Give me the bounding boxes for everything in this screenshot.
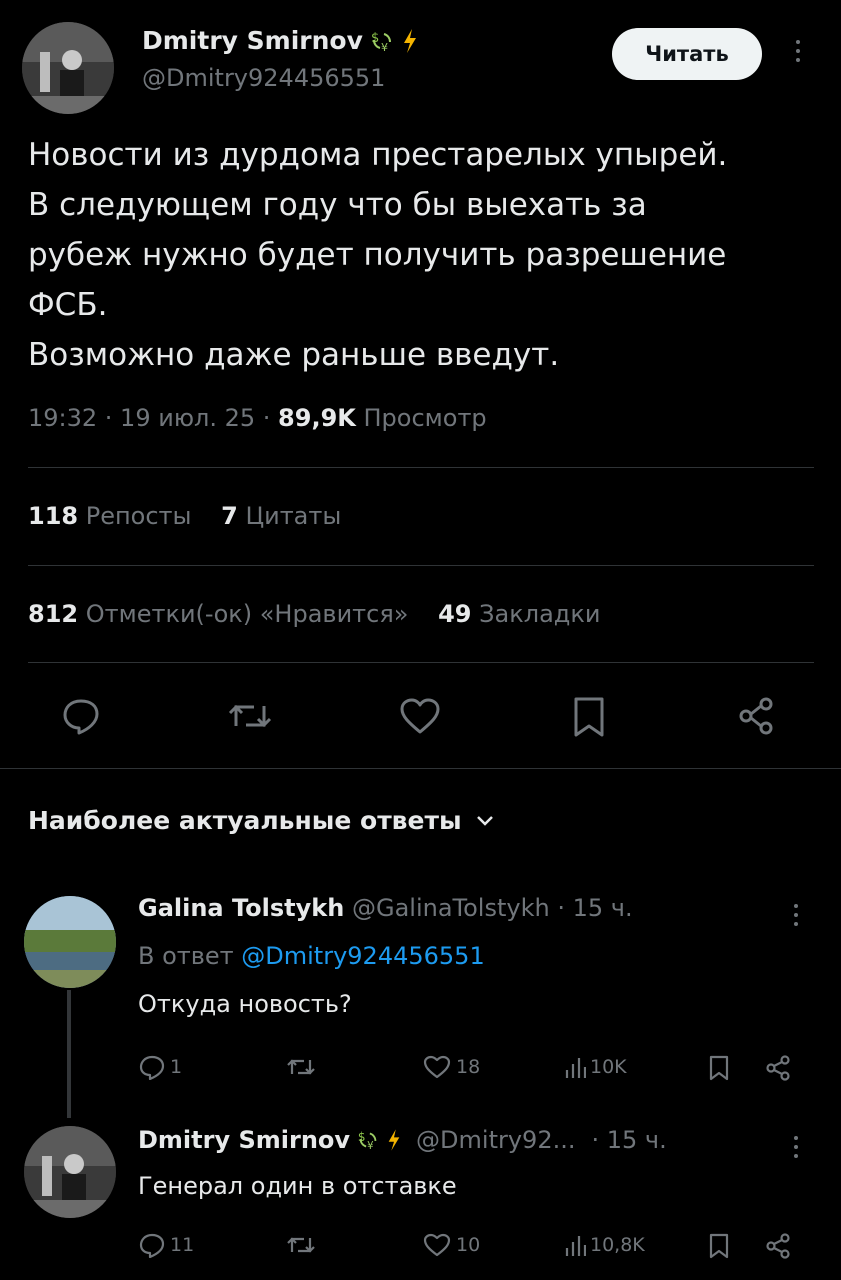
post-text-line: Возможно даже раньше введут.: [28, 337, 560, 373]
repost-stats: 118 Репосты 7 Цитаты: [28, 502, 341, 530]
like-button[interactable]: 18: [422, 1054, 480, 1080]
reply-header: Dmitry Smirnov $ ¥ @Dmitry92... · 15 ч.: [138, 1126, 667, 1154]
views-button[interactable]: 10K: [564, 1054, 627, 1080]
reply-button[interactable]: 1: [138, 1054, 182, 1080]
reply-to-line: В ответ @Dmitry924456551: [138, 942, 485, 970]
quotes-stat[interactable]: 7 Цитаты: [221, 502, 341, 530]
reply-author-name[interactable]: Dmitry Smirnov: [138, 1126, 350, 1154]
more-options-icon[interactable]: [794, 40, 802, 62]
bookmarks-count: 49: [438, 600, 472, 628]
like-count: 10: [456, 1234, 481, 1256]
money-exchange-icon: $ ¥: [356, 1128, 380, 1152]
reply-text: Откуда новость?: [138, 990, 352, 1018]
svg-text:¥: ¥: [367, 1141, 374, 1152]
speech-bubble-icon: [138, 1054, 166, 1080]
reply-avatar[interactable]: [24, 1126, 116, 1218]
post-text: Новости из дурдома престарелых упырей. В…: [28, 130, 818, 380]
reply-timestamp[interactable]: · 15 ч.: [550, 894, 632, 922]
likes-count: 812: [28, 600, 79, 628]
heart-icon: [422, 1232, 452, 1258]
like-button[interactable]: 10: [422, 1232, 480, 1258]
author-name-row: Dmitry Smirnov $ ¥: [142, 26, 419, 55]
share-nodes-icon[interactable]: [736, 696, 776, 736]
post-timestamp[interactable]: 19:32 · 19 июл. 25 ·: [28, 404, 278, 432]
share-button[interactable]: [764, 1232, 792, 1260]
repost-arrows-icon: [286, 1232, 316, 1258]
share-nodes-icon: [764, 1232, 792, 1260]
divider: [28, 467, 814, 468]
like-count: 18: [456, 1056, 481, 1078]
views-count: 89,9K: [278, 404, 356, 432]
views-count: 10,8K: [590, 1234, 645, 1256]
speech-bubble-icon[interactable]: [60, 696, 102, 736]
reply-count: 1: [170, 1056, 183, 1078]
reply-header: Galina Tolstykh @GalinaTolstykh · 15 ч.: [138, 894, 633, 922]
reposts-label: Репосты: [78, 502, 192, 530]
bar-chart-icon: [564, 1054, 586, 1080]
repost-button[interactable]: [286, 1054, 316, 1080]
lightning-icon: [401, 28, 419, 54]
section-divider: [0, 768, 841, 769]
repost-button[interactable]: [286, 1232, 316, 1258]
bookmarks-label: Закладки: [471, 600, 601, 628]
reply-author-handle[interactable]: @GalinaTolstykh: [352, 894, 550, 922]
heart-icon: [422, 1054, 452, 1080]
quotes-label: Цитаты: [237, 502, 342, 530]
more-options-icon[interactable]: [792, 1136, 800, 1158]
chevron-down-icon: [476, 814, 494, 828]
post-text-line: ФСБ.: [28, 287, 108, 323]
likes-stat[interactable]: 812 Отметки(-ок) «Нравится»: [28, 600, 408, 628]
bookmark-icon: [708, 1232, 730, 1260]
replies-header: Наиболее актуальные ответы: [28, 806, 462, 835]
bookmark-icon: [708, 1054, 730, 1082]
reply-to-link[interactable]: @Dmitry924456551: [241, 942, 484, 970]
author-name[interactable]: Dmitry Smirnov: [142, 26, 363, 55]
post-meta: 19:32 · 19 июл. 25 · 89,9K Просмотр: [28, 404, 487, 432]
bookmark-button[interactable]: [708, 1232, 730, 1260]
repost-arrows-icon: [286, 1054, 316, 1080]
replies-sort-toggle[interactable]: Наиболее актуальные ответы: [28, 806, 494, 835]
post-text-line: Новости из дурдома престарелых упырей.: [28, 137, 728, 173]
views-label: Просмотр: [355, 404, 487, 432]
heart-icon[interactable]: [398, 696, 442, 736]
reply-author-name[interactable]: Galina Tolstykh: [138, 894, 344, 922]
like-stats: 812 Отметки(-ок) «Нравится» 49 Закладки: [28, 600, 600, 628]
bookmark-icon[interactable]: [572, 696, 606, 738]
reposts-count: 118: [28, 502, 79, 530]
author-handle[interactable]: @Dmitry924456551: [142, 64, 385, 92]
reply-timestamp[interactable]: · 15 ч.: [591, 1126, 666, 1154]
post-text-line: В следующем году что бы выехать за: [28, 187, 647, 223]
views-count: 10K: [590, 1056, 627, 1078]
reply-avatar[interactable]: [24, 896, 116, 988]
bookmark-button[interactable]: [708, 1054, 730, 1082]
reply-count: 11: [170, 1234, 195, 1256]
reply-text: Генерал один в отставке: [138, 1172, 457, 1200]
thread-line: [67, 990, 71, 1118]
reply-author-handle[interactable]: @Dmitry92...: [416, 1126, 575, 1154]
reposts-stat[interactable]: 118 Репосты: [28, 502, 191, 530]
post-text-line: рубеж нужно будет получить разрешение: [28, 237, 727, 273]
bar-chart-icon: [564, 1232, 586, 1258]
bookmarks-stat[interactable]: 49 Закладки: [438, 600, 600, 628]
subscribe-button[interactable]: Читать: [612, 28, 762, 80]
divider: [28, 565, 814, 566]
share-button[interactable]: [764, 1054, 792, 1082]
divider: [28, 662, 814, 663]
likes-label: Отметки(-ок) «Нравится»: [78, 600, 409, 628]
share-nodes-icon: [764, 1054, 792, 1082]
svg-text:¥: ¥: [381, 41, 388, 54]
repost-arrows-icon[interactable]: [228, 696, 272, 736]
reply-button[interactable]: 11: [138, 1232, 194, 1258]
quotes-count: 7: [221, 502, 238, 530]
author-avatar[interactable]: [22, 22, 114, 114]
lightning-icon: [386, 1128, 402, 1152]
speech-bubble-icon: [138, 1232, 166, 1258]
views-button[interactable]: 10,8K: [564, 1232, 645, 1258]
reply-to-prefix: В ответ: [138, 942, 242, 970]
more-options-icon[interactable]: [792, 904, 800, 926]
money-exchange-icon: $ ¥: [369, 28, 395, 54]
